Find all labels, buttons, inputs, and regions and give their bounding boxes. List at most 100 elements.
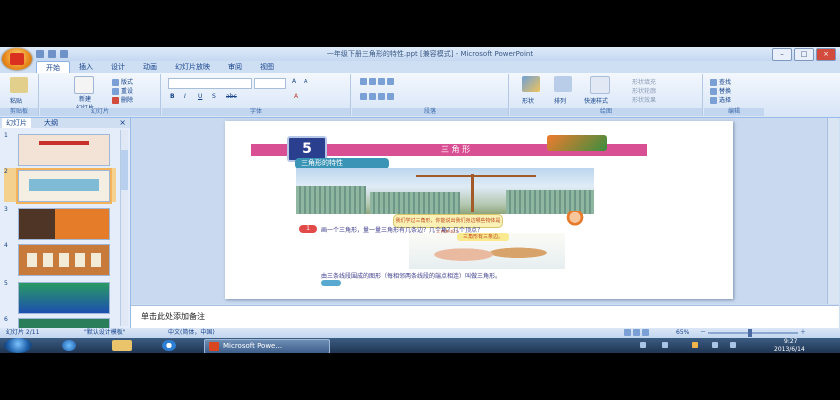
office-button[interactable] xyxy=(2,48,32,70)
taskbar-powerpoint-button[interactable]: Microsoft Powe... xyxy=(204,339,330,353)
paste-button[interactable]: 粘贴 xyxy=(10,96,22,105)
tab-insert[interactable]: 插入 xyxy=(70,61,102,73)
slide-thumbnail-selected[interactable]: 2 xyxy=(4,168,116,204)
slides-group-label: 幻灯片 xyxy=(40,108,160,116)
tray-icon[interactable] xyxy=(692,342,698,348)
shape-fill-button[interactable]: 形状填充 xyxy=(632,77,656,86)
find-label: 查找 xyxy=(719,79,732,86)
strikethrough-button[interactable]: abc xyxy=(226,93,237,100)
editor-scrollbar[interactable] xyxy=(827,118,839,304)
tab-animations[interactable]: 动画 xyxy=(134,61,166,73)
shrink-font-button[interactable]: A xyxy=(304,79,307,85)
slide-thumbnail[interactable]: 4 xyxy=(4,242,116,276)
thumbnail-triangles xyxy=(27,253,101,267)
delete-button[interactable]: 删除 xyxy=(112,95,133,104)
layout-button[interactable]: 版式 xyxy=(112,77,133,86)
font-size-combo[interactable] xyxy=(254,78,286,89)
thumbnail-image xyxy=(18,318,110,328)
underline-button[interactable]: U xyxy=(198,93,202,100)
clock-date[interactable]: 2013/6/14 xyxy=(774,346,805,353)
align-left-icon xyxy=(360,93,367,100)
tab-outline[interactable]: 大纲 xyxy=(40,118,62,128)
zoom-level[interactable]: 65% xyxy=(676,328,689,338)
slide-canvas[interactable]: 三 角 形 5 三角形的特性 我们学过三角形，你能说出我们身边哪些物体是三角形吗… xyxy=(225,121,733,299)
network-icon[interactable] xyxy=(712,342,718,348)
language-indicator[interactable]: 中文(简体，中国) xyxy=(168,328,215,338)
slides-pane-scrollbar[interactable] xyxy=(120,130,128,326)
k-app-icon[interactable] xyxy=(162,340,176,351)
shape-effects-button[interactable]: 形状效果 xyxy=(632,95,656,104)
slide-thumbnail[interactable]: 5 xyxy=(4,280,116,314)
scrollbar-thumb[interactable] xyxy=(121,150,128,190)
redo-icon[interactable] xyxy=(60,50,68,58)
slide-count: 幻灯片 2/11 xyxy=(6,329,40,336)
paste-icon[interactable] xyxy=(10,77,28,93)
slide-thumbnail[interactable]: 3 xyxy=(4,206,116,240)
bold-button[interactable]: B xyxy=(170,93,175,100)
notes-pane[interactable]: 单击此处添加备注 xyxy=(131,305,839,328)
tray-icon[interactable] xyxy=(640,342,646,348)
tab-slideshow[interactable]: 幻灯片放映 xyxy=(166,61,219,73)
normal-view-icon[interactable] xyxy=(624,329,631,336)
close-button[interactable]: × xyxy=(816,48,836,61)
grow-font-button[interactable]: A xyxy=(292,78,296,85)
close-pane-icon[interactable]: × xyxy=(119,118,126,128)
arrange-button[interactable]: 排列 xyxy=(554,96,566,105)
font-name-combo[interactable] xyxy=(168,78,252,89)
new-slide-icon[interactable] xyxy=(74,76,94,94)
building-image xyxy=(296,186,366,214)
shadow-button[interactable]: S xyxy=(212,93,216,100)
find-button[interactable]: 查找 xyxy=(710,77,731,86)
clock-time[interactable]: 9:27 xyxy=(784,338,797,345)
notes-placeholder: 单击此处添加备注 xyxy=(141,312,205,321)
font-group-label: 字体 xyxy=(162,108,350,116)
zoom-in-button[interactable]: ＋ xyxy=(800,328,806,338)
status-bar: 幻灯片 2/11 "默认设计模板" 中文(简体，中国) 65% － ＋ xyxy=(0,328,840,338)
drawing-group-label: 绘图 xyxy=(510,108,702,116)
page-marker xyxy=(321,280,341,286)
zoom-slider-knob[interactable] xyxy=(748,329,752,337)
reset-button[interactable]: 重设 xyxy=(112,86,133,95)
slideshow-view-icon[interactable] xyxy=(642,329,649,336)
crane-jib xyxy=(416,175,536,177)
slide-thumbnail[interactable]: 1 xyxy=(4,132,116,166)
paragraph-group-label: 段落 xyxy=(352,108,508,116)
undo-icon[interactable] xyxy=(48,50,56,58)
volume-icon[interactable] xyxy=(730,342,736,348)
tab-design[interactable]: 设计 xyxy=(102,61,134,73)
tab-review[interactable]: 审阅 xyxy=(219,61,251,73)
replace-button[interactable]: 替换 xyxy=(710,86,731,95)
zoom-out-button[interactable]: － xyxy=(700,328,706,338)
building-image xyxy=(370,192,460,214)
tab-view[interactable]: 视图 xyxy=(251,61,283,73)
view-buttons[interactable] xyxy=(624,328,651,338)
editing-group-label: 编辑 xyxy=(704,108,764,116)
arrange-icon[interactable] xyxy=(554,76,572,92)
ruler-triangle-image xyxy=(547,135,607,151)
maximize-button[interactable]: □ xyxy=(794,48,814,61)
shapes-icon[interactable] xyxy=(522,76,540,92)
zoom-slider[interactable] xyxy=(708,332,798,334)
quick-styles-icon[interactable] xyxy=(590,76,610,94)
slides-group: 新建 幻灯片 版式 重设 删除 幻灯片 xyxy=(40,74,161,116)
quick-styles-button[interactable]: 快速样式 xyxy=(584,96,608,105)
ie-icon[interactable] xyxy=(62,340,76,351)
save-icon[interactable] xyxy=(36,50,44,58)
tab-slides[interactable]: 幻灯片 xyxy=(2,118,31,128)
delete-icon xyxy=(112,97,119,104)
shapes-button[interactable]: 形状 xyxy=(522,96,534,105)
explorer-folder-icon[interactable] xyxy=(112,340,132,351)
minimize-button[interactable]: – xyxy=(772,48,792,61)
select-button[interactable]: 选择 xyxy=(710,95,731,104)
theme-name[interactable]: "默认设计模板" xyxy=(84,328,126,338)
start-button[interactable] xyxy=(4,338,32,353)
shape-outline-button[interactable]: 形状轮廓 xyxy=(632,86,656,95)
select-label: 选择 xyxy=(719,97,732,104)
slide-thumbnail[interactable]: 6 xyxy=(4,316,116,328)
sorter-view-icon[interactable] xyxy=(633,329,640,336)
tray-icon[interactable] xyxy=(662,342,668,348)
align-buttons[interactable] xyxy=(360,93,396,100)
italic-button[interactable]: I xyxy=(184,93,186,100)
font-color-button[interactable]: A xyxy=(294,93,298,100)
bullets-button[interactable] xyxy=(360,78,396,85)
